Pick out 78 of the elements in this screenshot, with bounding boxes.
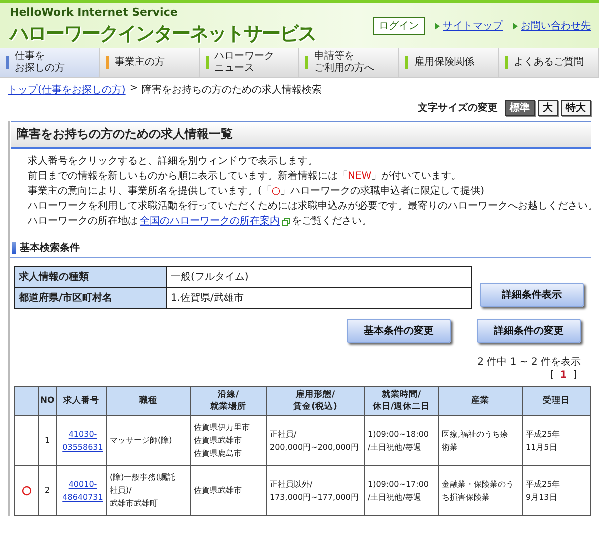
triangle-icon [435,22,440,30]
note-text: 求人番号をクリックすると、詳細を別ウィンドウで表示します。 [28,155,319,168]
nav-tab[interactable]: 申請等を ご利用の方へ [299,48,400,77]
column-header: 雇用形態/ [294,389,336,401]
column-header: 賃金(税込) [292,401,338,413]
cell-text: 平成25年 [526,428,562,440]
bracket: [ [550,370,554,382]
cell-text: 1)09:00~18:00 [368,428,430,440]
cell-text: 術業 [442,442,459,454]
header-link[interactable]: サイトマップ [443,19,503,33]
cell-text: ち損害保険業 [442,492,491,504]
font-size-button[interactable]: 特大 [561,100,591,116]
font-size-button[interactable]: 大 [538,100,558,116]
note-text: 前日までの情報を新しいものから順に表示しています。新着情報には「NEW」が付いています。 [28,170,463,183]
page-title: 障害をお持ちの方のための求人情報一覧 [11,121,591,149]
column-header: 受理日 [542,395,571,407]
external-link-icon [282,218,290,226]
page-number[interactable]: 1 [560,370,568,382]
cell-text: 医療,福祉のうち療 [442,428,510,440]
cell-text: /土日祝他/毎週 [368,442,422,454]
detail-conditions-button[interactable]: 詳細条件表示 [480,283,584,307]
note-text: ハローワークの所在地は [28,215,138,228]
cell-text: 佐賀県武雄市 [194,435,243,447]
condition-label: 求人情報の種類 [14,266,166,288]
note-text: をご覧ください。 [292,215,372,228]
column-header: 就業時間/ [380,389,422,401]
note-text: 事業主の意向により、事業所名を提供しています。(「○」ハローワークの求職申込者に限定して提供) [28,185,486,198]
service-name: HelloWork Internet Service [10,6,179,19]
result-count: 2 件中 1 ~ 2 件を表示 [476,356,582,369]
cell-text: 正社員/ [270,428,298,440]
bracket: ] [573,370,577,382]
column-header: 産業 [470,395,490,407]
column-header: NO [40,395,55,407]
cell-text: 平成25年 [526,478,562,490]
column-header: 沿線/ [216,389,240,401]
cell-text: マッサージ師(障) [110,435,174,447]
column-header: 休日/週休二日 [372,401,432,413]
column-header: 求人番号 [62,395,100,407]
nav-tab[interactable]: ハローワーク ニュース [200,48,300,77]
nav-tab[interactable]: 仕事を お探しの方 [0,48,100,77]
cell-text: 社員)/ [110,485,133,497]
breadcrumb-current: 障害をお持ちの方のための求人情報検索 [142,84,322,97]
cell-text: 9月13日 [526,492,558,504]
cell-text: 金融業・保険業のう [442,478,515,490]
table-cell: 1 [38,416,56,466]
change-conditions-button[interactable]: 基本条件の変更 [347,319,451,343]
login-button[interactable]: ログイン [373,17,425,35]
nav-tab[interactable]: 事業主の方 [100,48,200,77]
cell-text: 正社員以外/ [270,478,314,490]
office-list-link[interactable]: 全国のハローワークの所在案内 [140,215,280,228]
breadcrumb-link[interactable]: トップ(仕事をお探しの方) [8,83,126,97]
cell-text: 173,000円~177,000円 [270,492,360,504]
cell-text: 武雄市武雄町 [110,498,159,510]
cell-text: /土日祝他/毎週 [368,492,422,504]
cell-text: 11月5日 [526,442,558,454]
column-header: 就業場所 [210,401,248,413]
font-size-button[interactable]: 標準 [505,100,535,116]
header-link[interactable]: お問い合わせ先 [521,19,591,33]
note-text: ハローワークを利用して求職活動を行っていただくためには求職申込みが必要です。最寄りのハローワークへお越しください。 [28,200,591,213]
condition-value: 1.佐賀県/武雄市 [166,288,472,308]
nav-tab[interactable]: 雇用保険関係 [399,48,500,77]
table-cell: 2 [38,466,56,516]
cell-text: (障)一般事務(嘱託 [110,472,176,484]
cell-text: 佐賀県伊万里市 [194,422,251,434]
site-title: ハローワークインターネットサービス [10,22,316,47]
change-conditions-button[interactable]: 詳細条件の変更 [477,319,581,343]
section-heading: 基本検索条件 [20,242,80,255]
font-size-label: 文字サイズの変更 [418,101,498,115]
cell-text: 佐賀県武雄市 [194,485,243,497]
breadcrumb-separator: > [130,83,138,96]
condition-value: 一般(フルタイム) [166,266,472,288]
cell-text: 佐賀県鹿島市 [194,448,243,460]
triangle-icon [513,22,518,30]
cell-text: 1)09:00~17:00 [368,478,430,490]
nav-tab[interactable]: よくあるご質問 [499,48,599,77]
cell-text: 200,000円~200,000円 [270,442,360,454]
column-header: 職種 [138,395,158,407]
condition-label: 都道府県/市区町村名 [14,288,166,308]
